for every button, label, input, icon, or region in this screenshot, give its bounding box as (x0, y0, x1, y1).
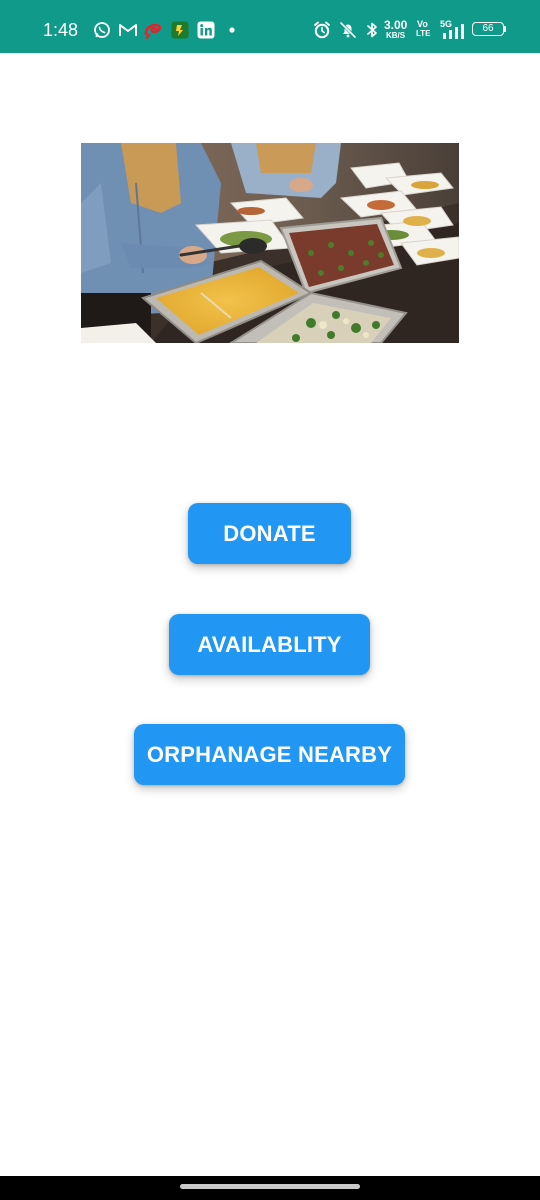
net-speed-value: 3.00 (384, 18, 408, 32)
app-notification-icon (171, 21, 189, 39)
net-speed-unit: KB/S (386, 31, 406, 40)
status-bar: 1:48 3.00 KB/S Vo LTE 5G 66 (0, 0, 540, 53)
linkedin-icon (197, 21, 215, 39)
food-donation-photo (81, 143, 459, 343)
gmail-icon (118, 21, 138, 39)
status-time: 1:48 (43, 20, 79, 40)
donate-button[interactable]: DONATE (188, 503, 351, 564)
mute-icon (339, 21, 357, 39)
bluetooth-icon (365, 21, 379, 39)
whatsapp-icon (93, 21, 111, 39)
home-handle-icon[interactable] (180, 1184, 360, 1189)
more-dot-icon (229, 27, 235, 45)
battery-tip (504, 26, 506, 32)
lte-label: LTE (416, 29, 431, 38)
volte-label: Vo (417, 19, 428, 29)
airtel-icon (143, 21, 163, 39)
alarm-icon (313, 21, 331, 39)
signal-icon (442, 24, 466, 42)
orphanage-nearby-button[interactable]: ORPHANAGE NEARBY (134, 724, 405, 785)
navigation-bar (0, 1176, 540, 1200)
availability-button[interactable]: AVAILABLITY (169, 614, 370, 675)
battery-icon: 66 (472, 22, 504, 36)
